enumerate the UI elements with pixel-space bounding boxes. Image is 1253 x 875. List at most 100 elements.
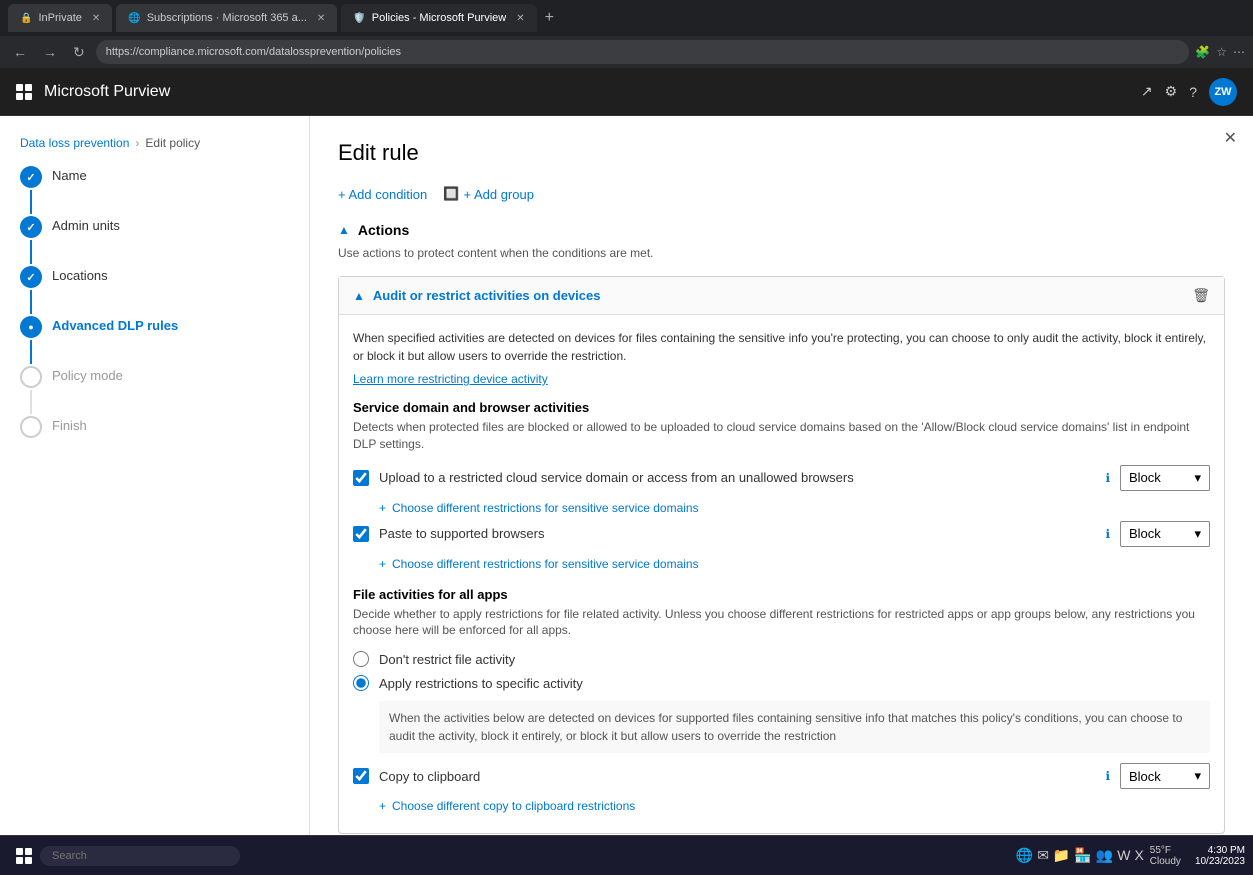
step-indicator-name: ✓ <box>20 166 42 216</box>
extensions-icon[interactable]: 🧩 <box>1195 45 1210 59</box>
favorites-icon[interactable]: ☆ <box>1216 45 1227 59</box>
reload-button[interactable]: ↻ <box>68 42 90 63</box>
address-bar[interactable]: https://compliance.microsoft.com/datalos… <box>96 40 1190 64</box>
store-icon[interactable]: 🏪 <box>1074 847 1091 864</box>
step-indicator-advanced: ● <box>20 316 42 366</box>
taskbar-search-input[interactable] <box>40 846 240 866</box>
step-label-name[interactable]: Name <box>52 166 87 183</box>
wizard-step-locations: ✓ Locations <box>20 266 289 316</box>
taskbar-icons: 🌐 ✉ 📁 🏪 👥 W X 55°F Cloudy 4:30 PM 10/23/… <box>1016 845 1245 867</box>
clipboard-info-icon[interactable]: ℹ <box>1105 769 1110 783</box>
apply-restrictions-subdesc: When the activities below are detected o… <box>379 701 1210 753</box>
step-circle-policy <box>20 366 42 388</box>
audit-box-header: ▲ Audit or restrict activities on device… <box>339 277 1224 315</box>
clipboard-dropdown-chevron: ▾ <box>1194 768 1201 784</box>
browser-actions: 🧩 ☆ ⋯ <box>1195 45 1245 59</box>
paste-add-icon: + <box>379 557 386 571</box>
step-line-admin <box>30 240 32 264</box>
dont-restrict-radio[interactable] <box>353 651 369 667</box>
apply-restrictions-radio[interactable] <box>353 675 369 691</box>
upload-dropdown-value: Block <box>1129 470 1161 485</box>
add-condition-button[interactable]: + Add condition <box>338 186 427 202</box>
tab-close-icon[interactable]: ✕ <box>317 13 325 24</box>
tab-close-icon[interactable]: ✕ <box>92 13 100 24</box>
upload-add-icon: + <box>379 501 386 515</box>
actions-collapse-icon[interactable]: ▲ <box>338 223 350 237</box>
actions-section-title: Actions <box>358 222 409 238</box>
settings-icon[interactable]: ⋯ <box>1233 45 1245 59</box>
forward-button[interactable]: → <box>38 42 62 62</box>
audit-box-link[interactable]: Learn more restricting device activity <box>353 372 548 386</box>
paste-add-label: Choose different restrictions for sensit… <box>392 557 699 571</box>
tab-inprivate[interactable]: 🔒 InPrivate ✕ <box>8 4 112 32</box>
step-circle-finish <box>20 416 42 438</box>
clipboard-add-label: Choose different copy to clipboard restr… <box>392 799 635 813</box>
paste-option-row: Paste to supported browsers ℹ Block ▾ <box>353 521 1210 547</box>
paste-option-label: Paste to supported browsers <box>379 526 1091 541</box>
tab-purview[interactable]: 🛡️ Policies - Microsoft Purview ✕ <box>341 4 536 32</box>
upload-info-icon[interactable]: ℹ <box>1105 471 1110 485</box>
step-label-admin[interactable]: Admin units <box>52 216 120 233</box>
add-group-button[interactable]: 🔲 + Add group <box>443 186 534 202</box>
excel-icon[interactable]: X <box>1134 847 1143 864</box>
app-title: Microsoft Purview <box>44 83 170 101</box>
paste-dropdown-chevron: ▾ <box>1194 526 1201 542</box>
step-label-finish[interactable]: Finish <box>52 416 87 433</box>
word-icon[interactable]: W <box>1117 847 1130 864</box>
breadcrumb: Data loss prevention › Edit policy <box>0 136 309 166</box>
clipboard-checkbox[interactable] <box>353 768 369 784</box>
step-indicator-locations: ✓ <box>20 266 42 316</box>
paste-checkbox[interactable] <box>353 526 369 542</box>
address-text: https://compliance.microsoft.com/datalos… <box>106 46 401 58</box>
add-group-label: + Add group <box>463 187 533 202</box>
upload-add-label: Choose different restrictions for sensit… <box>392 501 699 515</box>
upload-add-link[interactable]: + Choose different restrictions for sens… <box>379 501 1210 515</box>
step-indicator-policy <box>20 366 42 416</box>
upload-dropdown-chevron: ▾ <box>1194 470 1201 486</box>
clipboard-option-label: Copy to clipboard <box>379 769 1091 784</box>
tab-subscriptions[interactable]: 🌐 Subscriptions · Microsoft 365 a... ✕ <box>116 4 337 32</box>
audit-box-collapse-icon[interactable]: ▲ <box>353 289 365 303</box>
edge-icon[interactable]: 🌐 <box>1016 847 1033 864</box>
paste-add-link[interactable]: + Choose different restrictions for sens… <box>379 557 1210 571</box>
wizard-step-policy: Policy mode <box>20 366 289 416</box>
clipboard-dropdown[interactable]: Block ▾ <box>1120 763 1210 789</box>
start-button[interactable] <box>8 840 40 872</box>
share-icon[interactable]: ↗ <box>1141 83 1153 100</box>
help-icon[interactable]: ? <box>1189 84 1197 100</box>
new-tab-button[interactable]: + <box>545 9 554 27</box>
windows-icon <box>16 848 32 864</box>
step-label-advanced[interactable]: Advanced DLP rules <box>52 316 178 333</box>
teams-icon[interactable]: 👥 <box>1096 847 1113 864</box>
clipboard-add-link[interactable]: + Choose different copy to clipboard res… <box>379 799 1210 813</box>
step-label-policy[interactable]: Policy mode <box>52 366 123 383</box>
content-area: ✕ Edit rule + Add condition 🔲 + Add grou… <box>310 116 1253 835</box>
gear-icon[interactable]: ⚙ <box>1165 83 1178 100</box>
back-button[interactable]: ← <box>8 42 32 62</box>
waffle-icon[interactable] <box>16 84 32 100</box>
file-activities-section: File activities for all apps Decide whet… <box>353 587 1210 814</box>
wizard-steps: ✓ Name ✓ Admin units ✓ <box>0 166 309 438</box>
weather-temp: 55°F <box>1150 845 1171 856</box>
clipboard-dropdown-value: Block <box>1129 769 1161 784</box>
wizard-step-finish: Finish <box>20 416 289 438</box>
folder-icon[interactable]: 📁 <box>1053 847 1070 864</box>
step-line-advanced <box>30 340 32 364</box>
upload-dropdown[interactable]: Block ▾ <box>1120 465 1210 491</box>
browser-nav: ← → ↻ https://compliance.microsoft.com/d… <box>0 36 1253 68</box>
tab-inprivate-label: InPrivate <box>38 12 81 24</box>
date-display: 10/23/2023 <box>1195 856 1245 867</box>
audit-box-title-row: ▲ Audit or restrict activities on device… <box>353 288 600 303</box>
step-label-locations[interactable]: Locations <box>52 266 108 283</box>
audit-box-delete-icon[interactable]: 🗑 <box>1192 287 1210 304</box>
wizard-step-admin: ✓ Admin units <box>20 216 289 266</box>
breadcrumb-parent[interactable]: Data loss prevention <box>20 136 129 150</box>
paste-option-main: Paste to supported browsers ℹ <box>353 526 1110 542</box>
user-avatar[interactable]: ZW <box>1209 78 1237 106</box>
upload-checkbox[interactable] <box>353 470 369 486</box>
mail-icon[interactable]: ✉ <box>1037 847 1049 864</box>
paste-info-icon[interactable]: ℹ <box>1105 527 1110 541</box>
tab-close-icon[interactable]: ✕ <box>516 13 524 24</box>
paste-dropdown[interactable]: Block ▾ <box>1120 521 1210 547</box>
panel-close-button[interactable]: ✕ <box>1224 128 1237 148</box>
